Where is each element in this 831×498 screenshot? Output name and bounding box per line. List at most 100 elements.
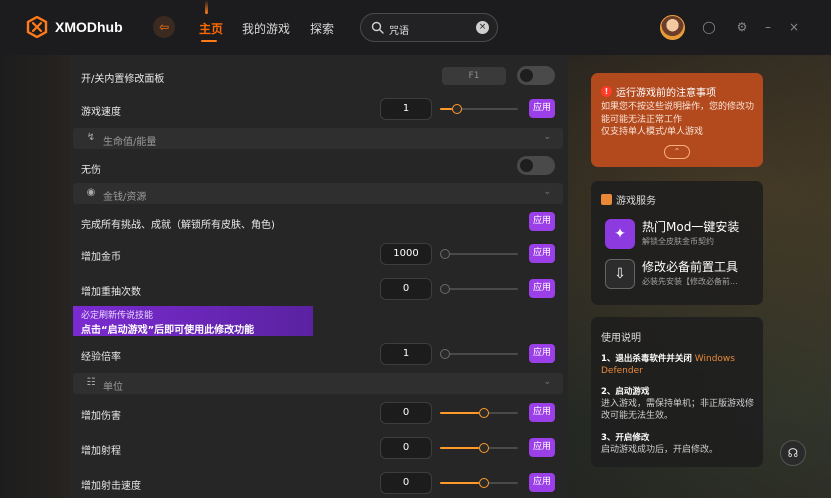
notification-icon[interactable]: ◯ [702,20,716,34]
avatar[interactable] [660,15,685,40]
legend-skill-banner[interactable]: 必定刷新传说技能 点击“启动游戏”后即可使用此修改功能 [73,306,313,336]
range-input[interactable]: 0 [380,437,432,459]
app-name: XMODhub [55,19,123,35]
search-box[interactable]: 咒语 × [360,13,498,42]
minimize-icon[interactable]: – [761,20,775,34]
apply-button[interactable]: 应用 [529,473,555,492]
usage-step-2: 2、启动游戏 进入游戏，需保持单机；非正版游戏修改可能无法生效。 [601,386,759,422]
top-bar: XMODhub ⇦ 主页 我的游戏 探索 咒语 × ◯ ⚙ – × [0,0,831,55]
logo[interactable]: XMODhub [26,16,123,38]
arrow-left-icon: ⇦ [158,20,170,34]
support-button[interactable]: ☊ [780,440,806,466]
nav-my-games[interactable]: 我的游戏 [242,20,290,37]
apply-button[interactable]: 应用 [529,212,555,231]
overlay-toggle[interactable] [517,66,555,85]
step-title: 1、退出杀毒软件并关闭 [601,354,692,364]
speed-input[interactable]: 1 [380,98,432,120]
close-icon[interactable]: × [787,20,801,34]
row-fire-rate: 增加射击速度 0 应用 [69,467,568,498]
slider-fill [440,482,479,484]
row-label: 完成所有挑战、成就（解锁所有皮肤、角色) [81,220,275,231]
reroll-input[interactable]: 0 [380,278,432,300]
slider-knob[interactable] [479,443,489,453]
search-icon [371,21,384,34]
banner-title: 必定刷新传说技能 [81,311,154,321]
apply-button[interactable]: 应用 [529,403,555,422]
nav-home[interactable]: 主页 [199,0,223,42]
fire-rate-input[interactable]: 0 [380,472,432,494]
row-no-damage: 无伤 [69,151,568,183]
slider-track [440,288,518,290]
gold-slider[interactable] [440,249,518,259]
range-slider[interactable] [440,443,518,453]
settings-icon[interactable]: ⚙ [735,20,749,34]
service-mod-install[interactable]: ✦ 热门Mod一键安装 解锁全皮肤金币契约 [605,217,755,249]
apply-button[interactable]: 应用 [529,344,555,363]
section-money[interactable]: ◉ 金钱/资源 ⌄ [73,183,563,204]
row-range: 增加射程 0 应用 [69,432,568,464]
reroll-slider[interactable] [440,284,518,294]
row-label: 无伤 [81,165,101,176]
row-overlay: 开/关内置修改面板 F1 [69,60,568,92]
banner-note: 点击“启动游戏”后即可使用此修改功能 [81,325,255,336]
slider-knob[interactable] [440,249,450,259]
notice-body: 如果您不按这些说明操作，您的修改功能可能无法正常工作 仅支持单人模式/单人游戏 [601,101,757,139]
damage-input[interactable]: 0 [380,402,432,424]
xmod-logo-icon [26,16,48,38]
slider-knob[interactable] [479,478,489,488]
warning-icon: ! [601,86,612,97]
search-input[interactable]: 咒语 [389,22,409,37]
exp-slider[interactable] [440,349,518,359]
chevron-down-icon: ⌄ [543,132,551,142]
apply-button[interactable]: 应用 [529,438,555,457]
slider-knob[interactable] [440,284,450,294]
row-label: 增加重抽次数 [81,287,141,298]
speed-slider[interactable] [440,104,518,114]
gold-input[interactable]: 1000 [380,243,432,265]
section-label: 单位 [103,382,123,393]
clear-icon[interactable]: × [476,21,489,34]
service-prereq-tools[interactable]: ⇩ 修改必备前置工具 必装先安装【修改必备前... [605,257,755,289]
fire-rate-slider[interactable] [440,478,518,488]
row-label: 经验倍率 [81,352,121,363]
nav-explore[interactable]: 探索 [310,20,334,37]
damage-slider[interactable] [440,408,518,418]
section-unit[interactable]: ☷ 单位 ⌄ [73,373,563,394]
notice-text: 如果您不按这些说明操作，您的修改功能可能无法正常工作 [601,102,755,125]
hotkey-box[interactable]: F1 [442,67,506,85]
usage-step-1: 1、退出杀毒软件并关闭 Windows Defender [601,353,759,377]
coin-bag-icon: ◉ [86,187,96,198]
slider-fill [440,447,479,449]
no-damage-toggle[interactable] [517,156,555,175]
puzzle-icon: ✦ [605,219,635,249]
row-reroll: 增加重抽次数 0 应用 [69,273,568,305]
slider-fill [440,108,452,110]
cube-icon [601,194,612,205]
step-body: 进入游戏，需保持单机；非正版游戏修改可能无法生效。 [601,399,755,421]
mod-panel: 开/关内置修改面板 F1 游戏速度 1 应用 ↯ 生命值/能量 ⌄ 无伤 ◉ 金… [69,55,568,498]
row-label: 增加射程 [81,446,121,457]
step-title: 3、开启修改 [601,433,650,443]
section-label: 金钱/资源 [103,192,147,203]
expand-button[interactable]: ⌃ [664,145,690,159]
row-label: 增加伤害 [81,411,121,422]
slider-knob[interactable] [452,104,462,114]
section-label: 生命值/能量 [103,137,157,148]
back-button[interactable]: ⇦ [153,16,175,38]
slider-knob[interactable] [479,408,489,418]
slider-knob[interactable] [440,349,450,359]
lightning-icon: ↯ [86,132,96,143]
slider-track [440,253,518,255]
section-health[interactable]: ↯ 生命值/能量 ⌄ [73,128,563,149]
step-title: 2、启动游戏 [601,387,650,397]
services-header: 游戏服务 [601,192,656,207]
apply-button[interactable]: 应用 [529,244,555,263]
exp-input[interactable]: 1 [380,343,432,365]
service-subtitle: 解锁全皮肤金币契约 [642,237,714,246]
chevron-up-icon: ⌃ [673,147,681,156]
services-card: 游戏服务 ✦ 热门Mod一键安装 解锁全皮肤金币契约 ⇩ 修改必备前置工具 必装… [591,181,763,305]
notice-card: ! 运行游戏前的注意事项 如果您不按这些说明操作，您的修改功能可能无法正常工作 … [591,73,763,167]
apply-button[interactable]: 应用 [529,279,555,298]
service-subtitle: 必装先安装【修改必备前... [642,277,738,286]
apply-button[interactable]: 应用 [529,99,555,118]
